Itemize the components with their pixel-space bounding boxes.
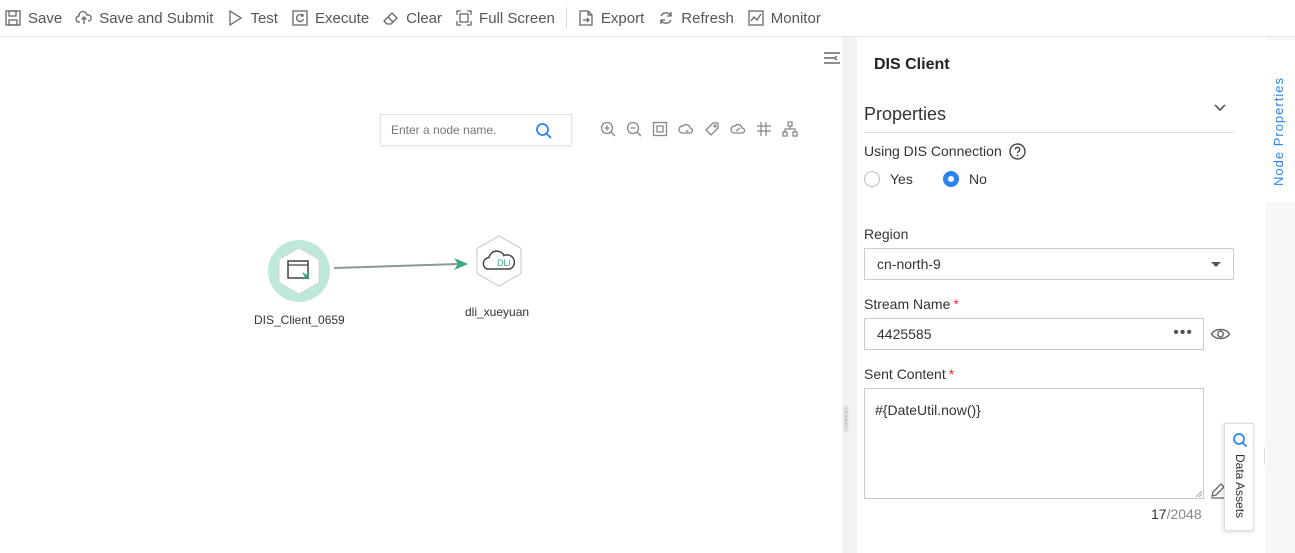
node-tool-button[interactable] [673, 121, 699, 139]
tab-data-assets[interactable]: Data Assets [1224, 423, 1254, 531]
refresh-label: Refresh [681, 9, 734, 27]
grid-tool-button[interactable] [751, 121, 777, 139]
save-button[interactable]: Save [0, 0, 62, 37]
toolbar-divider [565, 7, 567, 29]
tab-node-properties-label: Node Properties [1271, 77, 1286, 186]
sent-content-label-text: Sent Content [864, 366, 946, 382]
refresh-icon [660, 12, 672, 24]
region-select[interactable]: cn-north-9 [864, 248, 1234, 280]
zoom-out-button[interactable] [621, 121, 647, 139]
link-icon [730, 123, 746, 134]
section-divider [864, 132, 1234, 133]
workflow-canvas[interactable]: DIS_Client_0659 DLI dli_xueyuan [0, 37, 842, 553]
grid-icon [757, 122, 771, 136]
node-search-input[interactable] [391, 123, 531, 137]
char-counter: 17/2048 [1151, 506, 1202, 522]
properties-section-title: Properties [864, 104, 947, 124]
test-button[interactable]: Test [222, 0, 278, 37]
region-label: Region [864, 226, 909, 242]
save-and-submit-button[interactable]: Save and Submit [71, 0, 213, 37]
node-dis-client[interactable] [267, 239, 331, 303]
node-label: dli_xueyuan [465, 305, 530, 319]
tag-tool-button[interactable] [699, 121, 725, 139]
node-icon [678, 123, 694, 134]
panel-title: DIS Client [874, 56, 950, 73]
save-icon [5, 10, 21, 26]
monitor-label: Monitor [770, 9, 821, 27]
eye-icon[interactable] [1210, 325, 1231, 343]
zoom-in-icon [600, 121, 616, 137]
panel-splitter-handle[interactable] [843, 405, 849, 433]
side-divider [1264, 447, 1265, 465]
radio-yes-label: Yes [890, 171, 913, 187]
clear-button[interactable]: Clear [378, 0, 442, 37]
clear-label: Clear [406, 9, 443, 27]
fullscreen-icon [456, 10, 472, 26]
stream-name-value: 4425585 [877, 326, 932, 342]
using-dis-connection-label: Using DIS Connection [864, 143, 1002, 159]
radio-no-dot [943, 171, 959, 187]
toolbar: Save Save and Submit Test Execute Clear … [0, 0, 1295, 37]
save-and-submit-label: Save and Submit [99, 9, 214, 27]
fit-icon [652, 121, 668, 137]
fit-button[interactable] [647, 121, 673, 139]
link-tool-button[interactable] [725, 121, 751, 139]
tab-data-assets-label: Data Assets [1233, 454, 1247, 519]
help-icon[interactable] [1009, 143, 1026, 160]
save-label: Save [28, 9, 63, 27]
execute-label: Execute [314, 9, 370, 27]
tag-icon [705, 122, 719, 136]
full-screen-label: Full Screen [479, 9, 555, 27]
full-screen-button[interactable]: Full Screen [451, 0, 555, 37]
workflow-edge [333, 258, 468, 270]
stream-name-label-text: Stream Name [864, 296, 951, 312]
tab-node-properties[interactable]: Node Properties [1266, 40, 1295, 202]
more-options-button[interactable]: ••• [1173, 324, 1193, 342]
search-icon[interactable] [535, 122, 553, 140]
execute-button[interactable]: Execute [287, 0, 369, 37]
sent-content-textarea[interactable]: #{DateUtil.now()} [864, 388, 1204, 499]
eraser-icon [383, 12, 399, 25]
required-marker: * [953, 296, 959, 312]
chevron-down-icon[interactable] [1212, 99, 1228, 115]
stream-name-label: Stream Name * [864, 296, 959, 312]
search-icon [1233, 433, 1248, 448]
region-value: cn-north-9 [877, 256, 941, 272]
monitor-icon [748, 10, 764, 26]
panel-resize-strip [842, 37, 857, 553]
canvas-toolbar [595, 121, 803, 139]
sent-content-label: Sent Content * [864, 366, 954, 382]
execute-icon [292, 10, 308, 26]
radio-no-label: No [969, 171, 987, 187]
stream-name-input[interactable]: 4425585 ••• [864, 318, 1204, 350]
node-dli[interactable]: DLI [472, 234, 526, 288]
export-label: Export [600, 9, 645, 27]
zoom-in-button[interactable] [595, 121, 621, 139]
char-max: /2048 [1166, 506, 1202, 522]
resize-grip-icon[interactable] [1195, 490, 1203, 498]
export-button[interactable]: Export [573, 0, 644, 37]
required-marker: * [948, 366, 955, 382]
zoom-out-icon [626, 121, 642, 137]
collapse-panel-icon[interactable] [822, 49, 842, 69]
test-label: Test [250, 9, 278, 27]
radio-no[interactable]: No [943, 171, 987, 187]
export-icon [579, 10, 593, 26]
hierarchy-icon [782, 121, 798, 137]
radio-yes[interactable]: Yes [864, 171, 913, 187]
play-icon [229, 9, 243, 27]
refresh-button[interactable]: Refresh [653, 0, 734, 37]
caret-down-icon [1211, 262, 1221, 267]
node-search-box [380, 114, 572, 146]
char-count: 17 [1151, 506, 1167, 522]
radio-yes-dot [864, 171, 880, 187]
dli-icon-text: DLI [497, 258, 511, 268]
node-label: DIS_Client_0659 [254, 313, 345, 327]
cloud-upload-icon [75, 10, 92, 24]
monitor-button[interactable]: Monitor [743, 0, 821, 37]
hierarchy-tool-button[interactable] [777, 121, 803, 139]
